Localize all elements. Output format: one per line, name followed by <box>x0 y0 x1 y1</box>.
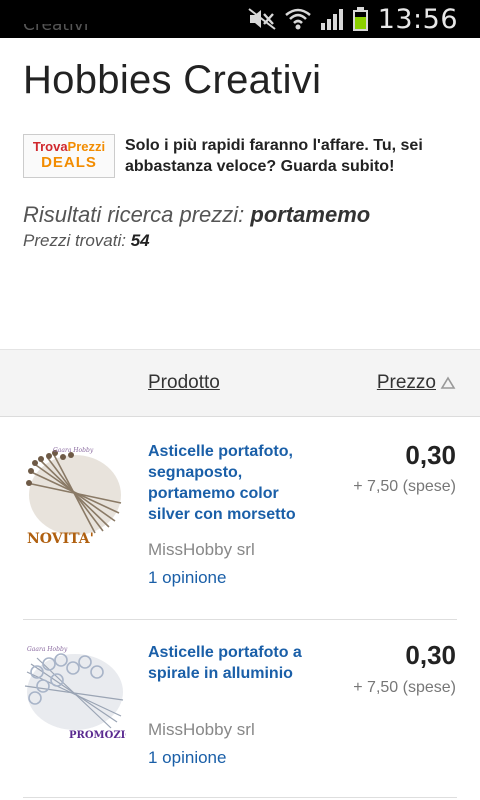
reviews-link[interactable]: 1 opinione <box>148 568 226 588</box>
clock: 13:56 <box>377 4 458 35</box>
deals-text[interactable]: Solo i più rapidi faranno l'affare. Tu, … <box>125 135 465 177</box>
shipping-cost: + 7,50 (spese) <box>353 478 456 495</box>
product-thumbnail[interactable]: Gaara Hobby NOVITA' <box>23 443 126 547</box>
battery-icon <box>353 7 368 31</box>
sort-up-triangle-icon <box>440 376 456 389</box>
deals-banner[interactable]: TrovaPrezzi DEALS Solo i più rapidi fara… <box>23 132 463 182</box>
search-query: portamemo <box>250 202 371 227</box>
product-row[interactable]: Gaara Hobby NOVITA' Asticelle portafoto,… <box>0 418 480 620</box>
sort-by-product[interactable]: Prodotto <box>148 372 220 394</box>
shop-name[interactable]: MissHobby srl <box>148 720 255 740</box>
product-price[interactable]: 0,30 <box>405 640 456 671</box>
product-title-link[interactable]: Asticelle portafoto a spirale in allumin… <box>148 642 308 684</box>
trovaprezzi-deals-logo[interactable]: TrovaPrezzi DEALS <box>23 134 115 178</box>
status-icons <box>247 6 368 32</box>
row-divider <box>23 797 457 798</box>
shipping-cost: + 7,50 (spese) <box>353 679 456 696</box>
prices-found: Prezzi trovati: 54 <box>23 231 150 250</box>
badge-text: PROMOZIONE <box>69 730 126 741</box>
reviews-link[interactable]: 1 opinione <box>148 748 226 768</box>
mute-icon <box>248 8 276 30</box>
shop-name[interactable]: MissHobby srl <box>148 540 255 560</box>
found-count: 54 <box>130 231 150 250</box>
product-row[interactable]: Gaara Hobby PROMOZIONE Asticelle portafo… <box>0 620 480 800</box>
breadcrumb[interactable]: Creativi <box>23 24 89 38</box>
table-header: Prodotto Prezzo <box>0 349 480 417</box>
wifi-icon <box>285 8 311 30</box>
product-thumbnail[interactable]: Gaara Hobby PROMOZIONE <box>23 642 151 745</box>
badge-text: NOVITA' <box>27 531 94 546</box>
page-title: Hobbies Creativi <box>23 58 322 102</box>
product-price[interactable]: 0,30 <box>405 440 456 471</box>
product-title-link[interactable]: Asticelle portafoto, segnaposto, portame… <box>148 441 318 525</box>
svg-text:Gaara Hobby: Gaara Hobby <box>27 646 68 653</box>
search-results-label: Risultati ricerca prezzi: portamemo <box>23 202 371 227</box>
signal-icon <box>321 9 343 30</box>
sort-by-price[interactable]: Prezzo <box>377 372 456 394</box>
svg-text:Gaara Hobby: Gaara Hobby <box>53 447 94 454</box>
